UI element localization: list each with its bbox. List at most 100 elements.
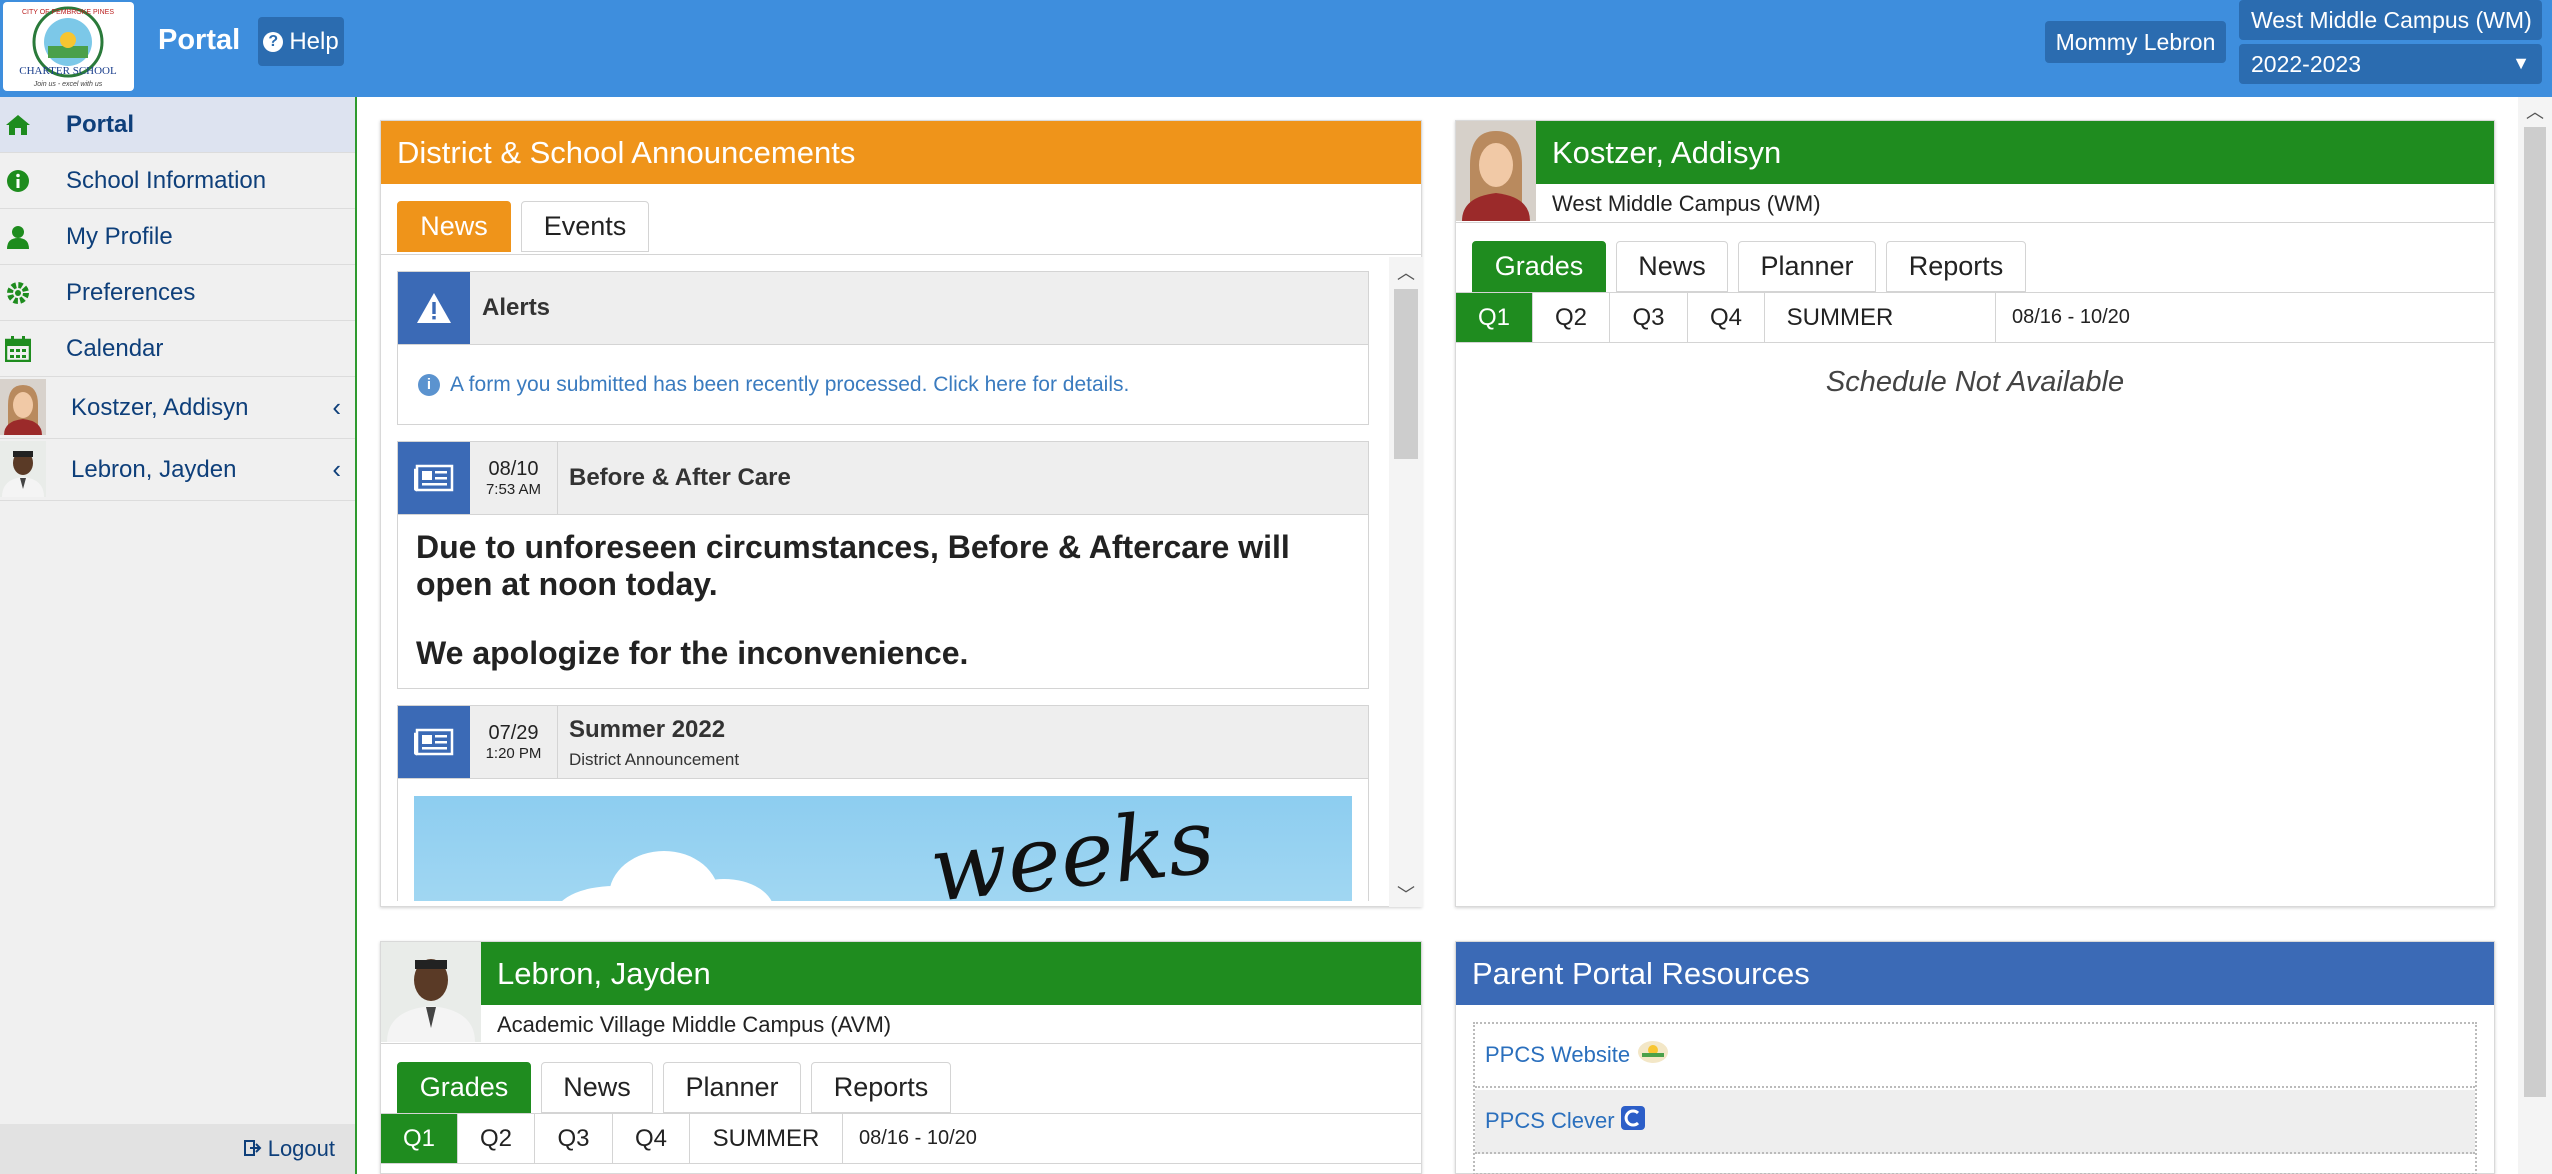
sidebar-item-label: Kostzer, Addisyn bbox=[71, 393, 249, 421]
tab-grades[interactable]: Grades bbox=[1472, 241, 1606, 292]
scroll-up-icon[interactable]: ︿ bbox=[2518, 99, 2552, 123]
newspaper-icon bbox=[398, 706, 470, 778]
quarter-q3[interactable]: Q3 bbox=[1610, 293, 1688, 342]
sidebar-item-calendar[interactable]: Calendar bbox=[0, 321, 355, 377]
sidebar-item-label: Portal bbox=[66, 110, 135, 138]
sidebar-item-portal[interactable]: Portal bbox=[0, 97, 355, 153]
quarter-date-range: 08/16 - 10/20 bbox=[2012, 306, 2130, 328]
resource-label: PPCS Website bbox=[1485, 1042, 1631, 1067]
quarter-q4[interactable]: Q4 bbox=[1688, 293, 1765, 342]
home-icon bbox=[4, 111, 32, 139]
alert-card: Alerts i A form you submitted has been r… bbox=[397, 271, 1369, 425]
sidebar-item-school-information[interactable]: School Information bbox=[0, 153, 355, 209]
quarter-q2[interactable]: Q2 bbox=[458, 1114, 535, 1163]
scroll-down-icon[interactable]: ﹀ bbox=[1389, 881, 1423, 907]
announcement-body: Due to unforeseen circumstances, Before … bbox=[398, 515, 1368, 685]
resource-link-ppcs-website[interactable]: PPCS Website bbox=[1475, 1024, 2475, 1088]
tab-news[interactable]: News bbox=[397, 201, 511, 252]
image-script-text: weeks bbox=[925, 796, 1219, 901]
alert-title: Alerts bbox=[482, 294, 551, 321]
page-scrollbar[interactable]: ︿ bbox=[2518, 97, 2552, 1174]
student-panel-lebron: Lebron, Jayden Academic Village Middle C… bbox=[380, 941, 1422, 1174]
warning-icon bbox=[398, 272, 470, 344]
quarter-q4[interactable]: Q4 bbox=[613, 1114, 690, 1163]
scrollbar-thumb[interactable] bbox=[1394, 289, 1418, 459]
quarter-q3[interactable]: Q3 bbox=[535, 1114, 613, 1163]
announcement-title: Before & After Care bbox=[569, 464, 791, 491]
scroll-up-icon[interactable]: ︿ bbox=[1389, 259, 1423, 285]
app-title: Portal bbox=[158, 24, 241, 56]
campus-selector[interactable]: West Middle Campus (WM) bbox=[2239, 0, 2542, 40]
quarter-selector: Q1 Q2 Q3 Q4 SUMMER 08/16 - 10/20 bbox=[1456, 292, 2494, 343]
student-photo bbox=[1456, 121, 1536, 221]
schedule-message: Schedule Not Available bbox=[1825, 366, 2125, 398]
user-menu-button[interactable]: Mommy Lebron bbox=[2045, 21, 2226, 63]
announcement-header: 07/29 1:20 PM Summer 2022 District Annou… bbox=[398, 706, 1368, 779]
alert-message: A form you submitted has been recently p… bbox=[450, 372, 1130, 396]
sidebar-item-label: Lebron, Jayden bbox=[71, 455, 237, 483]
tab-planner[interactable]: Planner bbox=[1738, 241, 1876, 292]
announcements-title: District & School Announcements bbox=[381, 121, 1421, 184]
alert-card-header: Alerts bbox=[398, 272, 1368, 345]
announcement-card: 07/29 1:20 PM Summer 2022 District Annou… bbox=[397, 705, 1369, 901]
tab-planner[interactable]: Planner bbox=[663, 1062, 801, 1113]
time-text: 7:53 AM bbox=[485, 481, 542, 498]
announcements-panel: District & School Announcements News Eve… bbox=[380, 120, 1423, 907]
date-text: 07/29 bbox=[488, 722, 539, 744]
tab-reports[interactable]: Reports bbox=[1886, 241, 2026, 292]
tab-news[interactable]: News bbox=[541, 1062, 653, 1113]
quarter-q1[interactable]: Q1 bbox=[1456, 293, 1533, 342]
student-panel-kostzer: Kostzer, Addisyn West Middle Campus (WM)… bbox=[1455, 120, 2495, 907]
tabs-divider bbox=[381, 254, 1421, 255]
tab-grades[interactable]: Grades bbox=[397, 1062, 531, 1113]
clever-icon bbox=[1620, 1106, 1645, 1136]
sidebar-item-my-profile[interactable]: My Profile bbox=[0, 209, 355, 265]
tab-events[interactable]: Events bbox=[521, 201, 649, 252]
tab-news[interactable]: News bbox=[1616, 241, 1728, 292]
sidebar-item-student-lebron[interactable]: Lebron, Jayden ‹ bbox=[0, 439, 355, 501]
question-circle-icon: ? bbox=[263, 31, 284, 52]
announcements-list[interactable]: Alerts i A form you submitted has been r… bbox=[397, 271, 1369, 901]
quarter-q1[interactable]: Q1 bbox=[381, 1114, 458, 1163]
chevron-left-icon: ‹ bbox=[332, 392, 341, 422]
announcement-body-line-2: We apologize for the inconvenience. bbox=[416, 634, 969, 671]
announcement-title: Summer 2022 bbox=[569, 716, 726, 743]
announcement-date: 08/10 7:53 AM bbox=[470, 442, 558, 514]
school-year-select[interactable]: 2022-2023 ▼ bbox=[2239, 44, 2542, 84]
student-campus: West Middle Campus (WM) bbox=[1552, 191, 1821, 216]
gear-icon bbox=[4, 279, 32, 307]
logo-text-top: CITY OF PEMBROKE PINES bbox=[22, 9, 114, 16]
logo-text-mid: CHARTER SCHOOL bbox=[19, 65, 117, 77]
logout-label: Logout bbox=[267, 1136, 335, 1161]
top-bar: CITY OF PEMBROKE PINES CHARTER SCHOOL Jo… bbox=[0, 0, 2552, 97]
ppcs-logo-icon bbox=[1636, 1040, 1670, 1070]
quarter-summer[interactable]: SUMMER bbox=[1765, 293, 1996, 342]
resources-list: PPCS Website PPCS Clever bbox=[1473, 1022, 2477, 1174]
time-text: 1:20 PM bbox=[485, 745, 542, 762]
sidebar-item-preferences[interactable]: Preferences bbox=[0, 265, 355, 321]
tab-reports[interactable]: Reports bbox=[811, 1062, 951, 1113]
resources-panel: Parent Portal Resources PPCS Website PPC… bbox=[1455, 941, 2495, 1174]
announcement-header: 08/10 7:53 AM Before & After Care bbox=[398, 442, 1368, 515]
scrollbar-thumb[interactable] bbox=[2524, 127, 2546, 1097]
resources-title: Parent Portal Resources bbox=[1456, 942, 2494, 1005]
logo-text-bottom: Join us - excel with us bbox=[33, 81, 103, 88]
sign-out-icon bbox=[243, 1136, 262, 1162]
logout-button[interactable]: Logout bbox=[0, 1124, 355, 1174]
sidebar: Portal School Information My Profile Pre… bbox=[0, 97, 357, 1174]
sidebar-item-label: Calendar bbox=[66, 334, 164, 362]
alert-message-link[interactable]: i A form you submitted has been recently… bbox=[398, 345, 1368, 424]
help-button[interactable]: ? Help bbox=[258, 17, 344, 66]
resource-link-ppcs-clever[interactable]: PPCS Clever bbox=[1475, 1090, 2475, 1154]
resource-label: PPCS Clever bbox=[1485, 1108, 1615, 1133]
sidebar-item-student-kostzer[interactable]: Kostzer, Addisyn ‹ bbox=[0, 377, 355, 439]
date-text: 08/10 bbox=[488, 458, 539, 480]
quarter-summer[interactable]: SUMMER bbox=[690, 1114, 843, 1163]
school-logo[interactable]: CITY OF PEMBROKE PINES CHARTER SCHOOL Jo… bbox=[3, 2, 134, 91]
announcement-body-line-1: Due to unforeseen circumstances, Before … bbox=[416, 529, 1290, 602]
announcements-scrollbar[interactable]: ︿ ﹀ bbox=[1389, 257, 1423, 907]
caret-down-icon: ▼ bbox=[2512, 53, 2530, 73]
sidebar-item-label: School Information bbox=[66, 166, 267, 194]
quarter-q2[interactable]: Q2 bbox=[1533, 293, 1610, 342]
quarter-selector: Q1 Q2 Q3 Q4 SUMMER 08/16 - 10/20 bbox=[381, 1113, 1421, 1164]
